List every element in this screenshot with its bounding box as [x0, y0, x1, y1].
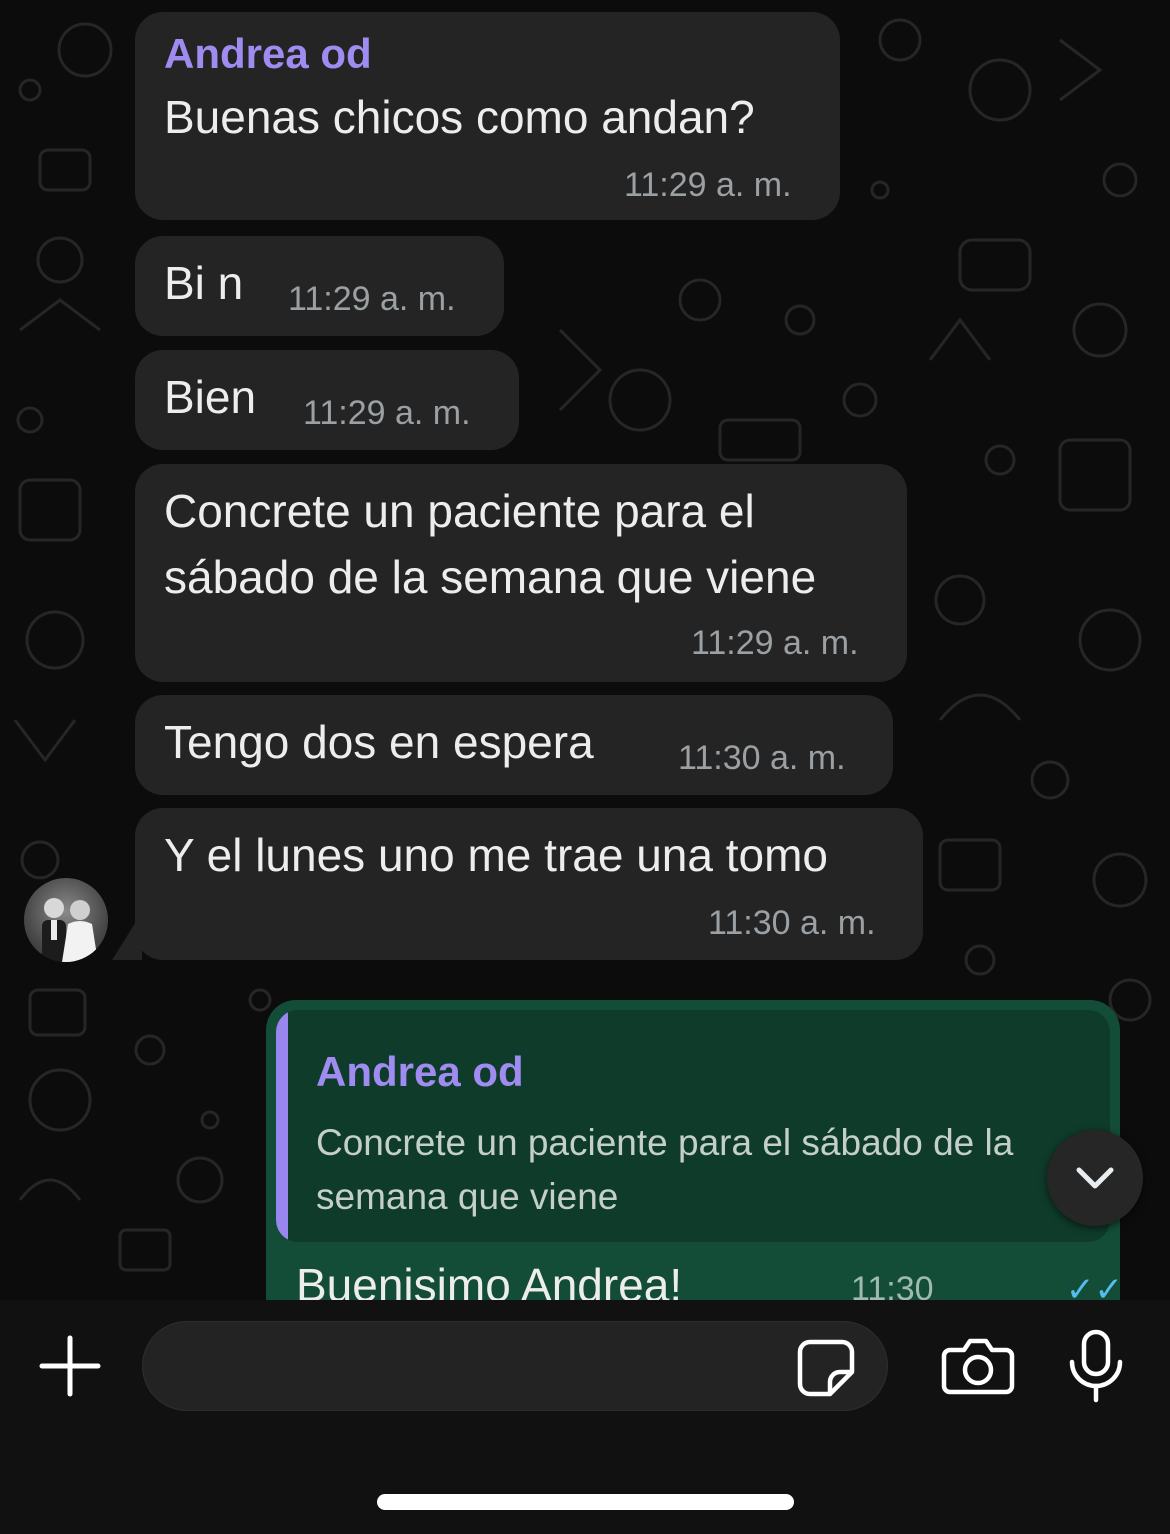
- message-text: Tengo dos en espera: [164, 716, 594, 768]
- sticker-button[interactable]: [796, 1338, 856, 1398]
- double-check-icon: ✓✓: [1066, 1271, 1123, 1300]
- message-bubble[interactable]: Bien 11:29 a. m.: [135, 350, 519, 450]
- camera-button[interactable]: [940, 1334, 1016, 1398]
- microphone-icon: [1069, 1329, 1123, 1403]
- message-text: Bi n: [164, 257, 244, 309]
- message-text: Y el lunes uno me trae una tomo: [164, 829, 829, 881]
- camera-icon: [941, 1338, 1015, 1395]
- message-bubble[interactable]: Andrea od Buenas chicos como andan? 11:2…: [135, 12, 840, 220]
- sticker-icon: [797, 1339, 855, 1397]
- scroll-to-bottom-button[interactable]: [1047, 1130, 1143, 1226]
- sender-name[interactable]: Andrea od: [164, 30, 372, 78]
- message-text-line: Concrete un paciente para el: [164, 485, 755, 537]
- quote-accent-bar: [276, 1010, 288, 1242]
- message-bubble[interactable]: Y el lunes uno me trae una tomo 11:30 a.…: [135, 808, 923, 960]
- message-time: 11:29 a. m.: [288, 280, 456, 318]
- quoted-message[interactable]: Andrea od Concrete un paciente para el s…: [276, 1010, 1110, 1242]
- plus-icon: [39, 1335, 101, 1397]
- message-bubble[interactable]: Concrete un paciente para el sábado de l…: [135, 464, 907, 682]
- message-time: 11:29 a. m.: [624, 166, 792, 204]
- message-text: Buenas chicos como andan?: [164, 91, 755, 143]
- message-input[interactable]: [142, 1321, 888, 1411]
- message-bubble[interactable]: Bi n 11:29 a. m.: [135, 236, 504, 336]
- message-time: 11:30 a. m.: [708, 904, 876, 942]
- message-text: Bien: [164, 371, 257, 423]
- voice-message-button[interactable]: [1066, 1328, 1126, 1404]
- outgoing-reply-bubble[interactable]: Andrea od Concrete un paciente para el s…: [266, 1000, 1123, 1300]
- message-time: 11:29 a. m.: [691, 624, 859, 662]
- message-text-line: sábado de la semana que viene: [164, 551, 817, 603]
- message-time: 11:30 a. m.: [678, 739, 846, 777]
- message-time: 11:30: [851, 1270, 934, 1300]
- quoted-text: Concrete un paciente para el sábado de l…: [316, 1122, 1014, 1217]
- sender-avatar[interactable]: [24, 878, 108, 962]
- message-time: 11:29 a. m.: [303, 394, 471, 432]
- attach-button[interactable]: [38, 1334, 102, 1398]
- home-indicator[interactable]: [377, 1494, 794, 1510]
- message-bubble[interactable]: Tengo dos en espera 11:30 a. m.: [135, 695, 893, 795]
- quoted-sender-name: Andrea od: [316, 1048, 524, 1095]
- chat-area[interactable]: Andrea od Buenas chicos como andan? 11:2…: [0, 0, 1170, 1300]
- message-text: Buenisimo Andrea!: [296, 1259, 683, 1300]
- chevron-down-icon: [1076, 1167, 1114, 1189]
